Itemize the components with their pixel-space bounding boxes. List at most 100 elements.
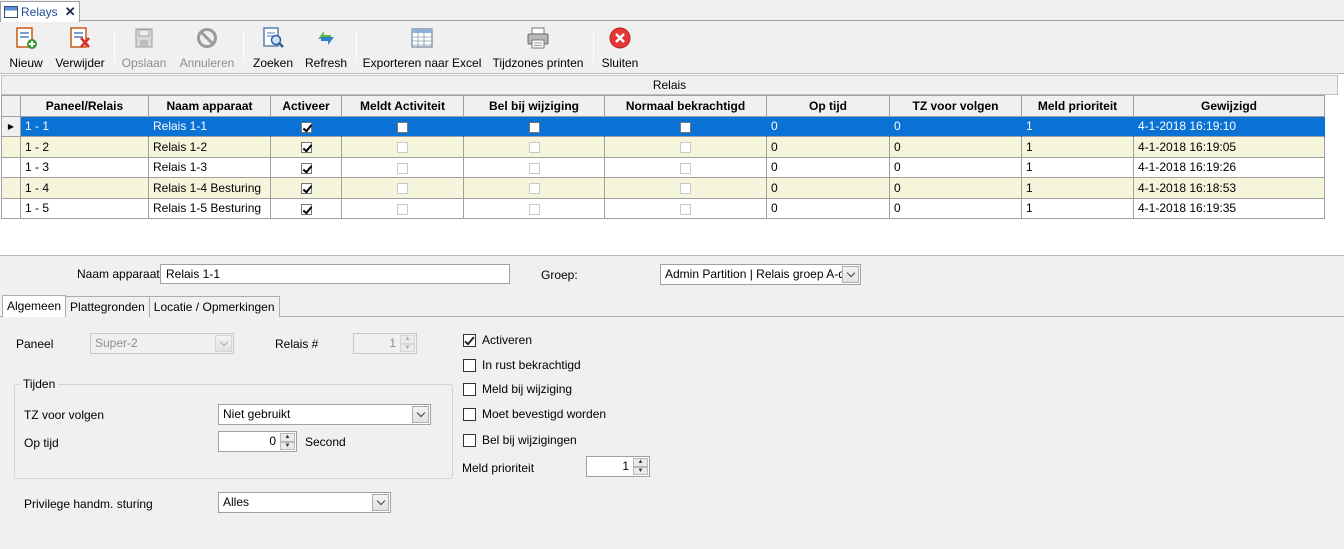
cell-call-on-change[interactable]: [463, 197, 605, 219]
checkbox-icon[interactable]: [397, 183, 408, 195]
cell-normally-energized[interactable]: [604, 197, 767, 219]
cell-normally-energized[interactable]: [604, 177, 767, 199]
cell-on-time[interactable]: 0: [766, 115, 890, 137]
export-excel-button[interactable]: Exporteren naar Excel: [363, 24, 481, 70]
cell-panel-relay[interactable]: 1 - 4: [20, 177, 149, 199]
cell-reports-activity[interactable]: [341, 136, 464, 158]
checkbox-icon[interactable]: [680, 162, 691, 174]
column-header[interactable]: Naam apparaat: [148, 95, 271, 117]
table-row[interactable]: 1 - 4 Relais 1-4 Besturing 0 0 1 4-1-2018 16:…: [1, 177, 1325, 199]
refresh-button[interactable]: Refresh: [304, 24, 348, 70]
row-indicator[interactable]: [1, 177, 21, 199]
checkbox-icon[interactable]: [528, 142, 540, 154]
column-header[interactable]: Gewijzigd: [1133, 95, 1325, 117]
table-row[interactable]: ▶ 1 - 1 Relais 1-1 0 0 1 4-1-2018 16:19:10: [1, 115, 1325, 137]
checkbox-icon[interactable]: [397, 142, 408, 154]
cell-reports-activity[interactable]: [341, 197, 464, 219]
checkbox-box[interactable]: [463, 382, 476, 396]
cell-reports-activity[interactable]: [341, 156, 464, 178]
report-on-change-checkbox[interactable]: Meld bij wijziging: [463, 382, 572, 396]
checkbox-icon[interactable]: [300, 162, 312, 174]
document-tab-relays[interactable]: Relays ✕: [0, 1, 80, 22]
spin-down-icon[interactable]: ▼: [633, 466, 648, 475]
cell-on-time[interactable]: 0: [766, 197, 890, 219]
cell-report-priority[interactable]: 1: [1021, 156, 1134, 178]
spin-up-icon[interactable]: ▲: [633, 458, 648, 467]
print-timezones-button[interactable]: Tijdzones printen: [491, 24, 585, 70]
checkbox-icon[interactable]: [680, 203, 691, 215]
cell-panel-relay[interactable]: 1 - 1: [20, 115, 149, 137]
cell-normally-energized[interactable]: [604, 156, 767, 178]
cell-report-priority[interactable]: 1: [1021, 177, 1134, 199]
cell-call-on-change[interactable]: [463, 136, 605, 158]
call-on-changes-checkbox[interactable]: Bel bij wijzigingen: [463, 433, 577, 447]
cell-on-time[interactable]: 0: [766, 136, 890, 158]
checkbox-icon[interactable]: [300, 142, 312, 154]
cell-call-on-change[interactable]: [463, 115, 605, 137]
checkbox-icon[interactable]: [397, 203, 408, 215]
group-dropdown[interactable]: Admin Partition | Relais groep A-d: [660, 264, 861, 285]
save-button[interactable]: Opslaan: [121, 24, 167, 70]
checkbox-icon[interactable]: [680, 142, 691, 154]
cell-on-time[interactable]: 0: [766, 156, 890, 178]
cell-call-on-change[interactable]: [463, 177, 605, 199]
cell-device-name[interactable]: Relais 1-1: [148, 115, 271, 137]
chevron-down-icon[interactable]: [372, 494, 389, 511]
column-header[interactable]: Bel bij wijziging: [463, 95, 605, 117]
cell-modified[interactable]: 4-1-2018 16:19:10: [1133, 115, 1325, 137]
cell-modified[interactable]: 4-1-2018 16:18:53: [1133, 177, 1325, 199]
cell-tz-follow[interactable]: 0: [889, 156, 1022, 178]
delete-button[interactable]: Verwijder: [53, 24, 107, 70]
checkbox-icon[interactable]: [528, 183, 540, 195]
cell-device-name[interactable]: Relais 1-4 Besturing: [148, 177, 271, 199]
cell-panel-relay[interactable]: 1 - 5: [20, 197, 149, 219]
checkbox-icon[interactable]: [397, 162, 408, 174]
cell-activate[interactable]: [270, 197, 342, 219]
tz-follow-dropdown[interactable]: Niet gebruikt: [218, 404, 431, 425]
row-indicator[interactable]: [1, 136, 21, 158]
tab-floorplans[interactable]: Plattegronden: [65, 296, 150, 317]
checkbox-icon[interactable]: [300, 121, 312, 133]
cell-tz-follow[interactable]: 0: [889, 136, 1022, 158]
checkbox-icon[interactable]: [528, 121, 540, 133]
new-button[interactable]: Nieuw: [6, 24, 46, 70]
checkbox-icon[interactable]: [300, 183, 312, 195]
column-header[interactable]: Op tijd: [766, 95, 890, 117]
cell-reports-activity[interactable]: [341, 177, 464, 199]
on-time-stepper[interactable]: 0 ▲ ▼: [218, 431, 297, 452]
checkbox-box[interactable]: [463, 358, 476, 372]
must-confirm-checkbox[interactable]: Moet bevestigd worden: [463, 407, 606, 421]
cell-panel-relay[interactable]: 1 - 2: [20, 136, 149, 158]
cell-activate[interactable]: [270, 177, 342, 199]
checkbox-icon[interactable]: [300, 203, 312, 215]
search-button[interactable]: Zoeken: [251, 24, 295, 70]
privilege-dropdown[interactable]: Alles: [218, 492, 391, 513]
cell-activate[interactable]: [270, 156, 342, 178]
report-priority-stepper[interactable]: 1 ▲ ▼: [586, 456, 650, 477]
row-indicator[interactable]: [1, 156, 21, 178]
cell-modified[interactable]: 4-1-2018 16:19:05: [1133, 136, 1325, 158]
activate-checkbox[interactable]: Activeren: [463, 333, 532, 347]
device-name-field[interactable]: Relais 1-1: [160, 264, 510, 284]
cell-tz-follow[interactable]: 0: [889, 177, 1022, 199]
chevron-down-icon[interactable]: [842, 266, 859, 283]
column-header[interactable]: TZ voor volgen: [889, 95, 1022, 117]
cell-normally-energized[interactable]: [604, 115, 767, 137]
cell-activate[interactable]: [270, 115, 342, 137]
cell-reports-activity[interactable]: [341, 115, 464, 137]
cell-report-priority[interactable]: 1: [1021, 197, 1134, 219]
table-row[interactable]: 1 - 5 Relais 1-5 Besturing 0 0 1 4-1-2018 16:…: [1, 197, 1325, 219]
checkbox-box[interactable]: [463, 433, 476, 447]
checkbox-box[interactable]: [463, 407, 476, 421]
cell-modified[interactable]: 4-1-2018 16:19:26: [1133, 156, 1325, 178]
table-row[interactable]: 1 - 3 Relais 1-3 0 0 1 4-1-2018 16:19:26: [1, 156, 1325, 178]
checkbox-icon[interactable]: [528, 162, 540, 174]
column-header[interactable]: Paneel/Relais: [20, 95, 149, 117]
spin-down-icon[interactable]: ▼: [280, 441, 295, 450]
column-header[interactable]: Meldt Activiteit: [341, 95, 464, 117]
cell-device-name[interactable]: Relais 1-3: [148, 156, 271, 178]
checkbox-icon[interactable]: [680, 183, 691, 195]
cell-call-on-change[interactable]: [463, 156, 605, 178]
table-row[interactable]: 1 - 2 Relais 1-2 0 0 1 4-1-2018 16:19:05: [1, 136, 1325, 158]
cell-report-priority[interactable]: 1: [1021, 136, 1134, 158]
